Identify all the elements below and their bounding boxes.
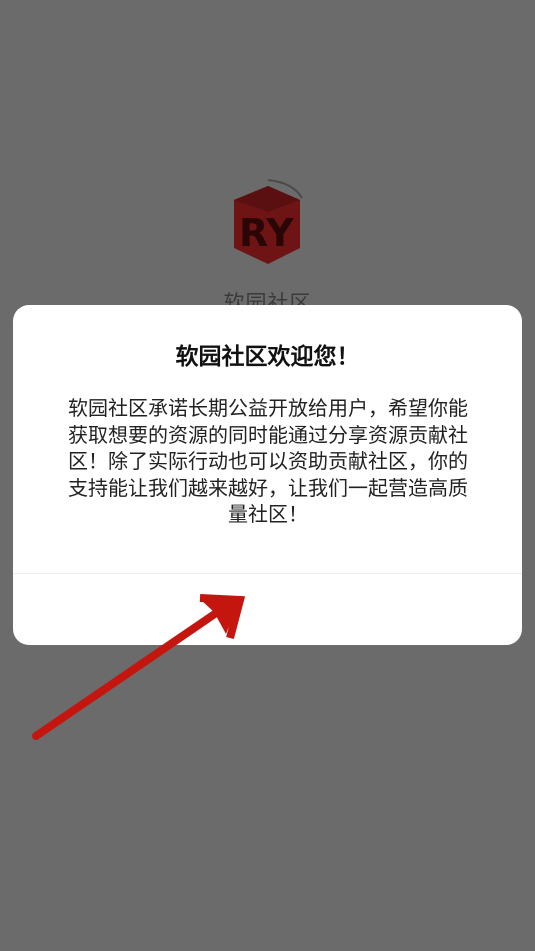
- dialog-title: 软园社区欢迎您！: [175, 344, 360, 370]
- logo-text: RY: [239, 211, 294, 255]
- app-logo-icon: RY: [234, 179, 303, 264]
- welcome-dialog: 软园社区欢迎您！ 软园社区承诺长期公益开放给用户，希望你能获取想要的资源的同时能…: [13, 305, 522, 645]
- screen: RY 软园社区 软园社区欢迎您！ 软园社区承诺长期公益开放给用户，希望你能获取想…: [0, 0, 535, 951]
- dialog-message: 软园社区承诺长期公益开放给用户，希望你能获取想要的资源的同时能通过分享资源贡献社…: [68, 396, 468, 526]
- dialog-confirm-button[interactable]: [13, 574, 522, 645]
